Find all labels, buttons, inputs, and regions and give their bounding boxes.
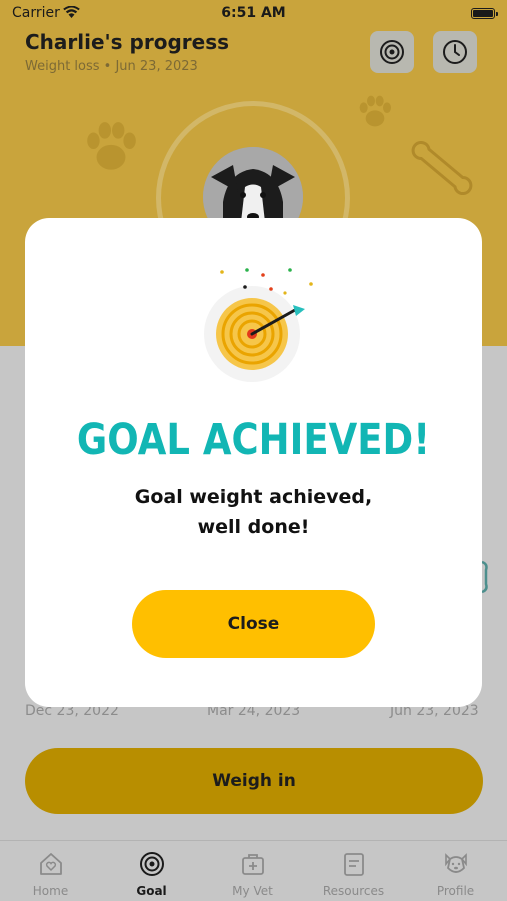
clock-icon	[443, 40, 467, 64]
target-icon	[140, 852, 164, 876]
tab-label: My Vet	[232, 884, 273, 898]
bone-icon	[411, 140, 473, 196]
goal-target-button[interactable]	[370, 31, 414, 73]
paw-print-icon	[359, 95, 391, 127]
dog-face-icon	[445, 853, 467, 873]
tab-bar: Home Goal My Vet Resources Profile	[0, 840, 507, 901]
target-arrow-icon	[204, 268, 313, 382]
tab-profile[interactable]: Profile	[405, 841, 506, 901]
goal-achieved-title: GOAL ACHIEVED!	[76, 414, 431, 465]
weigh-in-button[interactable]: Weigh in	[25, 748, 483, 814]
status-bar: Carrier 6:51 AM	[0, 0, 507, 28]
close-button[interactable]: Close	[132, 590, 375, 658]
target-icon	[380, 40, 404, 64]
tab-label: Home	[32, 884, 69, 898]
tab-label: Goal	[136, 884, 167, 898]
vet-kit-icon	[242, 854, 264, 875]
tab-resources[interactable]: Resources	[303, 841, 404, 901]
battery-tip	[496, 12, 498, 16]
paw-print-icon	[87, 122, 136, 170]
history-button[interactable]	[433, 31, 477, 73]
message-line: Goal weight achieved,	[134, 486, 373, 508]
tab-label: Profile	[436, 884, 475, 898]
page-subtitle: Weight loss • Jun 23, 2023	[25, 59, 198, 74]
tab-goal[interactable]: Goal	[101, 841, 202, 901]
clock-time: 6:51 AM	[221, 5, 286, 21]
message-line: well done!	[197, 516, 310, 538]
tab-home[interactable]: Home	[0, 841, 101, 901]
home-heart-icon	[40, 853, 62, 875]
tab-my-vet[interactable]: My Vet	[202, 841, 303, 901]
page-title: Charlie's progress	[25, 30, 230, 54]
tab-label: Resources	[322, 884, 385, 898]
goal-achieved-dialog: GOAL ACHIEVED! Goal weight achieved, wel…	[25, 218, 482, 707]
goal-achieved-message: Goal weight achieved, well done!	[85, 482, 422, 542]
document-icon	[344, 853, 364, 876]
battery-icon	[471, 8, 495, 19]
